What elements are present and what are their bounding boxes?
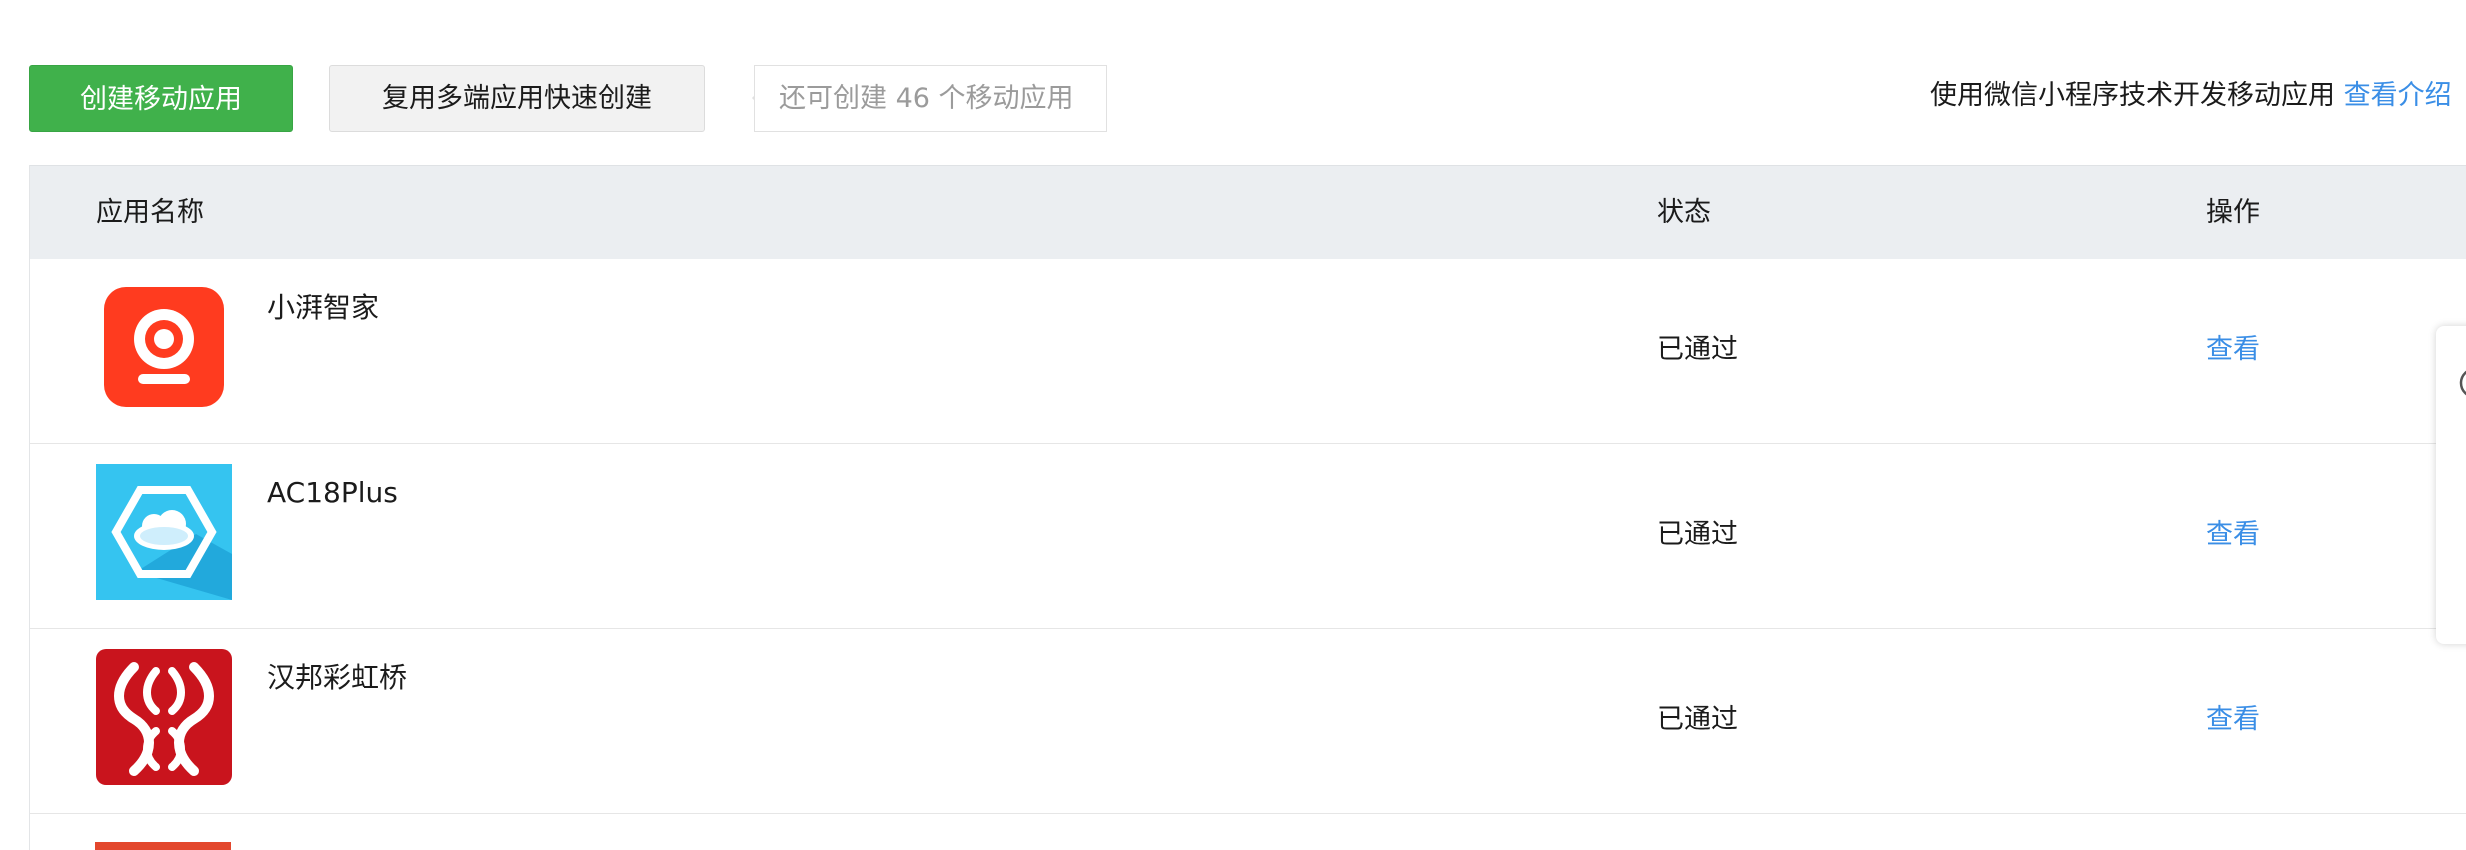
- header-app-name: 应用名称: [96, 197, 204, 228]
- table-row: 汉邦彩虹桥 已通过 查看: [30, 629, 2466, 814]
- header-action: 操作: [2206, 197, 2260, 228]
- cloud-hexagon-app-icon: [96, 464, 232, 600]
- status-text: 已通过: [1657, 704, 1738, 735]
- camera-app-icon: [104, 287, 224, 407]
- header-status: 状态: [1657, 197, 1711, 228]
- table-row: 小湃智家 已通过 查看: [30, 259, 2466, 444]
- view-link[interactable]: 查看: [2206, 701, 2260, 739]
- status-text: 已通过: [1657, 519, 1738, 550]
- intro-description: 使用微信小程序技术开发移动应用: [1930, 80, 2335, 111]
- intro-text: 使用微信小程序技术开发移动应用 查看介绍: [1930, 78, 2452, 114]
- floating-side-panel[interactable]: [2436, 326, 2466, 644]
- app-name: AC18Plus: [267, 476, 398, 509]
- status-text: 已通过: [1657, 334, 1738, 365]
- app-page: 创建移动应用 复用多端应用快速创建 还可创建 46 个移动应用 使用微信小程序技…: [0, 0, 2466, 850]
- view-link[interactable]: 查看: [2206, 331, 2260, 369]
- app-table: 应用名称 状态 操作 小湃智家 已通过 查看 AC18Plus 已通过 查看 汉…: [29, 165, 2466, 850]
- remaining-quota-tip: 还可创建 46 个移动应用: [754, 65, 1107, 132]
- app-name: 小湃智家: [267, 291, 380, 324]
- view-intro-link[interactable]: 查看介绍: [2344, 80, 2452, 111]
- view-link[interactable]: 查看: [2206, 516, 2260, 554]
- app-name: 汉邦彩虹桥: [267, 661, 408, 694]
- table-row: AC18Plus 已通过 查看: [30, 444, 2466, 629]
- help-circle-icon[interactable]: [2458, 366, 2466, 400]
- waves-app-icon: [96, 649, 232, 785]
- next-app-icon-partial: [95, 842, 231, 850]
- table-header: 应用名称 状态 操作: [30, 165, 2466, 260]
- reuse-multi-app-button[interactable]: 复用多端应用快速创建: [329, 65, 705, 132]
- create-mobile-app-button[interactable]: 创建移动应用: [29, 65, 293, 132]
